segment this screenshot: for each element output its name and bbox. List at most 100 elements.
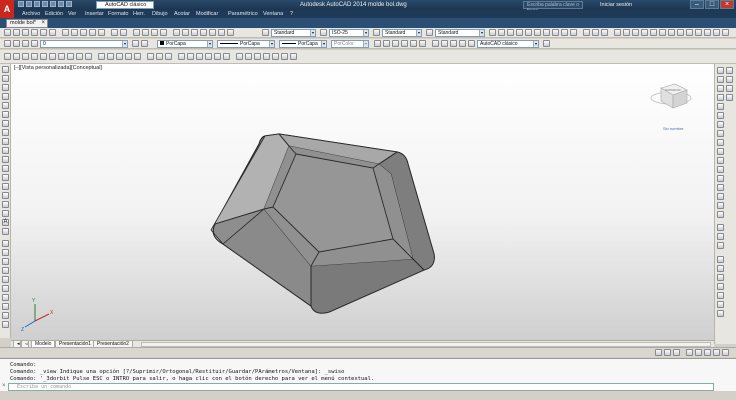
save-as-icon[interactable]	[42, 1, 48, 7]
menu-ayuda[interactable]: ?	[290, 10, 293, 18]
table-icon[interactable]	[2, 228, 9, 235]
clean-screen-icon[interactable]	[722, 349, 729, 356]
sweep-icon[interactable]	[116, 53, 123, 60]
cylinder-icon[interactable]	[49, 53, 56, 60]
free-orbit-icon[interactable]	[592, 29, 599, 36]
block-editor-icon[interactable]	[98, 29, 105, 36]
new-icon[interactable]	[4, 29, 11, 36]
view-nw-iso-icon[interactable]	[570, 29, 577, 36]
layer-select[interactable]: 0 ▾	[40, 40, 128, 48]
plotstyle-select[interactable]: PorColor ▾	[331, 40, 369, 48]
layer-previous-icon[interactable]	[141, 40, 148, 47]
menu-herramientas[interactable]: Herr.	[133, 10, 145, 18]
polysolid-icon[interactable]	[4, 53, 11, 60]
view-front-icon[interactable]	[489, 29, 496, 36]
presspull-icon[interactable]	[107, 53, 114, 60]
mirror-icon[interactable]	[2, 258, 9, 265]
color-select[interactable]: PorCapa ▾	[157, 40, 213, 48]
menu-modificar[interactable]: Modificar	[196, 10, 218, 18]
visual-style-conceptual-icon[interactable]	[401, 40, 408, 47]
dim-angular-icon[interactable]	[717, 130, 724, 137]
close-tab-icon[interactable]: ×	[41, 20, 45, 27]
ucs-zaxis-icon[interactable]	[677, 29, 684, 36]
view-right-icon[interactable]	[516, 29, 523, 36]
revolve-icon[interactable]	[125, 53, 132, 60]
drawing-viewport[interactable]: [–][Vista personalizada][Conceptual] Y X…	[11, 64, 714, 340]
planar-surface-icon[interactable]	[85, 53, 92, 60]
gradient-icon[interactable]	[2, 201, 9, 208]
array-3d-icon[interactable]	[214, 53, 221, 60]
viewcube[interactable]: SUPERIOR Sin nombre	[650, 83, 692, 131]
minimize-icon[interactable]: –	[690, 0, 704, 9]
dim-text-edit-icon[interactable]	[717, 233, 724, 240]
view-top-icon[interactable]	[525, 29, 532, 36]
dim-style-select[interactable]: ISO-25 ▾	[329, 29, 369, 37]
menu-ventana[interactable]: Ventana	[263, 10, 283, 18]
view-back-icon[interactable]	[498, 29, 505, 36]
menu-parametrico[interactable]: Paramétrico	[228, 10, 258, 18]
tool-palettes-icon[interactable]	[191, 29, 198, 36]
cone-icon[interactable]	[31, 53, 38, 60]
dim-style-icon[interactable]	[320, 29, 327, 36]
array-icon[interactable]	[2, 276, 9, 283]
mleader-style-select[interactable]: Standard ▾	[435, 29, 485, 37]
x-ray-icon[interactable]	[432, 40, 439, 47]
center-mark-icon[interactable]	[717, 193, 724, 200]
menu-acotar[interactable]: Acotar	[174, 10, 190, 18]
pan-icon[interactable]	[133, 29, 140, 36]
workspace-switch-icon[interactable]	[695, 349, 702, 356]
dim-aligned-icon[interactable]	[717, 76, 724, 83]
subtract-icon[interactable]	[156, 53, 163, 60]
ellipse-icon[interactable]	[2, 147, 9, 154]
thicken-icon[interactable]	[254, 53, 261, 60]
dodecahedron-model[interactable]: Y X Z SUPERIOR Sin nombre	[11, 64, 714, 340]
view-left-icon[interactable]	[507, 29, 514, 36]
menu-formato[interactable]: Formato	[108, 10, 128, 18]
maximize-icon[interactable]: □	[705, 0, 719, 9]
paste-icon[interactable]	[80, 29, 87, 36]
pan-realtime-side-icon[interactable]	[717, 265, 724, 272]
fillet-edge-icon[interactable]	[272, 53, 279, 60]
continuous-orbit-icon[interactable]	[601, 29, 608, 36]
properties-icon[interactable]	[173, 29, 180, 36]
zoom-all-side-icon[interactable]	[717, 292, 724, 299]
dim-arc-icon[interactable]	[717, 85, 724, 92]
application-menu-button[interactable]: A	[0, 0, 14, 18]
preview-icon[interactable]	[40, 29, 47, 36]
rectangle-icon[interactable]	[2, 102, 9, 109]
mirror-3d-icon[interactable]	[223, 53, 230, 60]
layer-on-icon[interactable]	[13, 40, 20, 47]
view-sw-iso-icon[interactable]	[543, 29, 550, 36]
sheet-set-icon[interactable]	[200, 29, 207, 36]
union-icon[interactable]	[147, 53, 154, 60]
zoom-side-icon[interactable]	[726, 85, 733, 92]
box-icon[interactable]	[13, 53, 20, 60]
make-block-icon[interactable]	[2, 174, 9, 181]
edge-style-icon[interactable]	[441, 40, 448, 47]
workspace-settings-icon[interactable]	[468, 40, 475, 47]
arc-icon[interactable]	[2, 111, 9, 118]
view-bottom-icon[interactable]	[534, 29, 541, 36]
text-style-select[interactable]: Standard ▾	[271, 29, 316, 37]
close-icon[interactable]: ×	[720, 0, 734, 9]
orbit-side-icon[interactable]	[726, 94, 733, 101]
face-style-icon[interactable]	[450, 40, 457, 47]
rotate-icon[interactable]	[2, 294, 9, 301]
ellipse-arc-icon[interactable]	[2, 156, 9, 163]
slice-icon[interactable]	[236, 53, 243, 60]
region-icon[interactable]	[2, 210, 9, 217]
zoom-previous-icon[interactable]	[160, 29, 167, 36]
construction-line-icon[interactable]	[2, 75, 9, 82]
inspection-icon[interactable]	[717, 202, 724, 209]
visual-style-manager-icon[interactable]	[419, 40, 426, 47]
menu-insertar[interactable]: Insertar	[85, 10, 104, 18]
ucs-previous-icon[interactable]	[632, 29, 639, 36]
orbit-icon[interactable]	[583, 29, 590, 36]
isolate-objects-icon[interactable]	[713, 349, 720, 356]
menu-dibujo[interactable]: Dibujo	[152, 10, 168, 18]
dim-update-icon[interactable]	[717, 242, 724, 249]
view-ne-iso-icon[interactable]	[561, 29, 568, 36]
erase-icon[interactable]	[2, 240, 9, 247]
ucs-object-icon[interactable]	[650, 29, 657, 36]
design-center-icon[interactable]	[182, 29, 189, 36]
